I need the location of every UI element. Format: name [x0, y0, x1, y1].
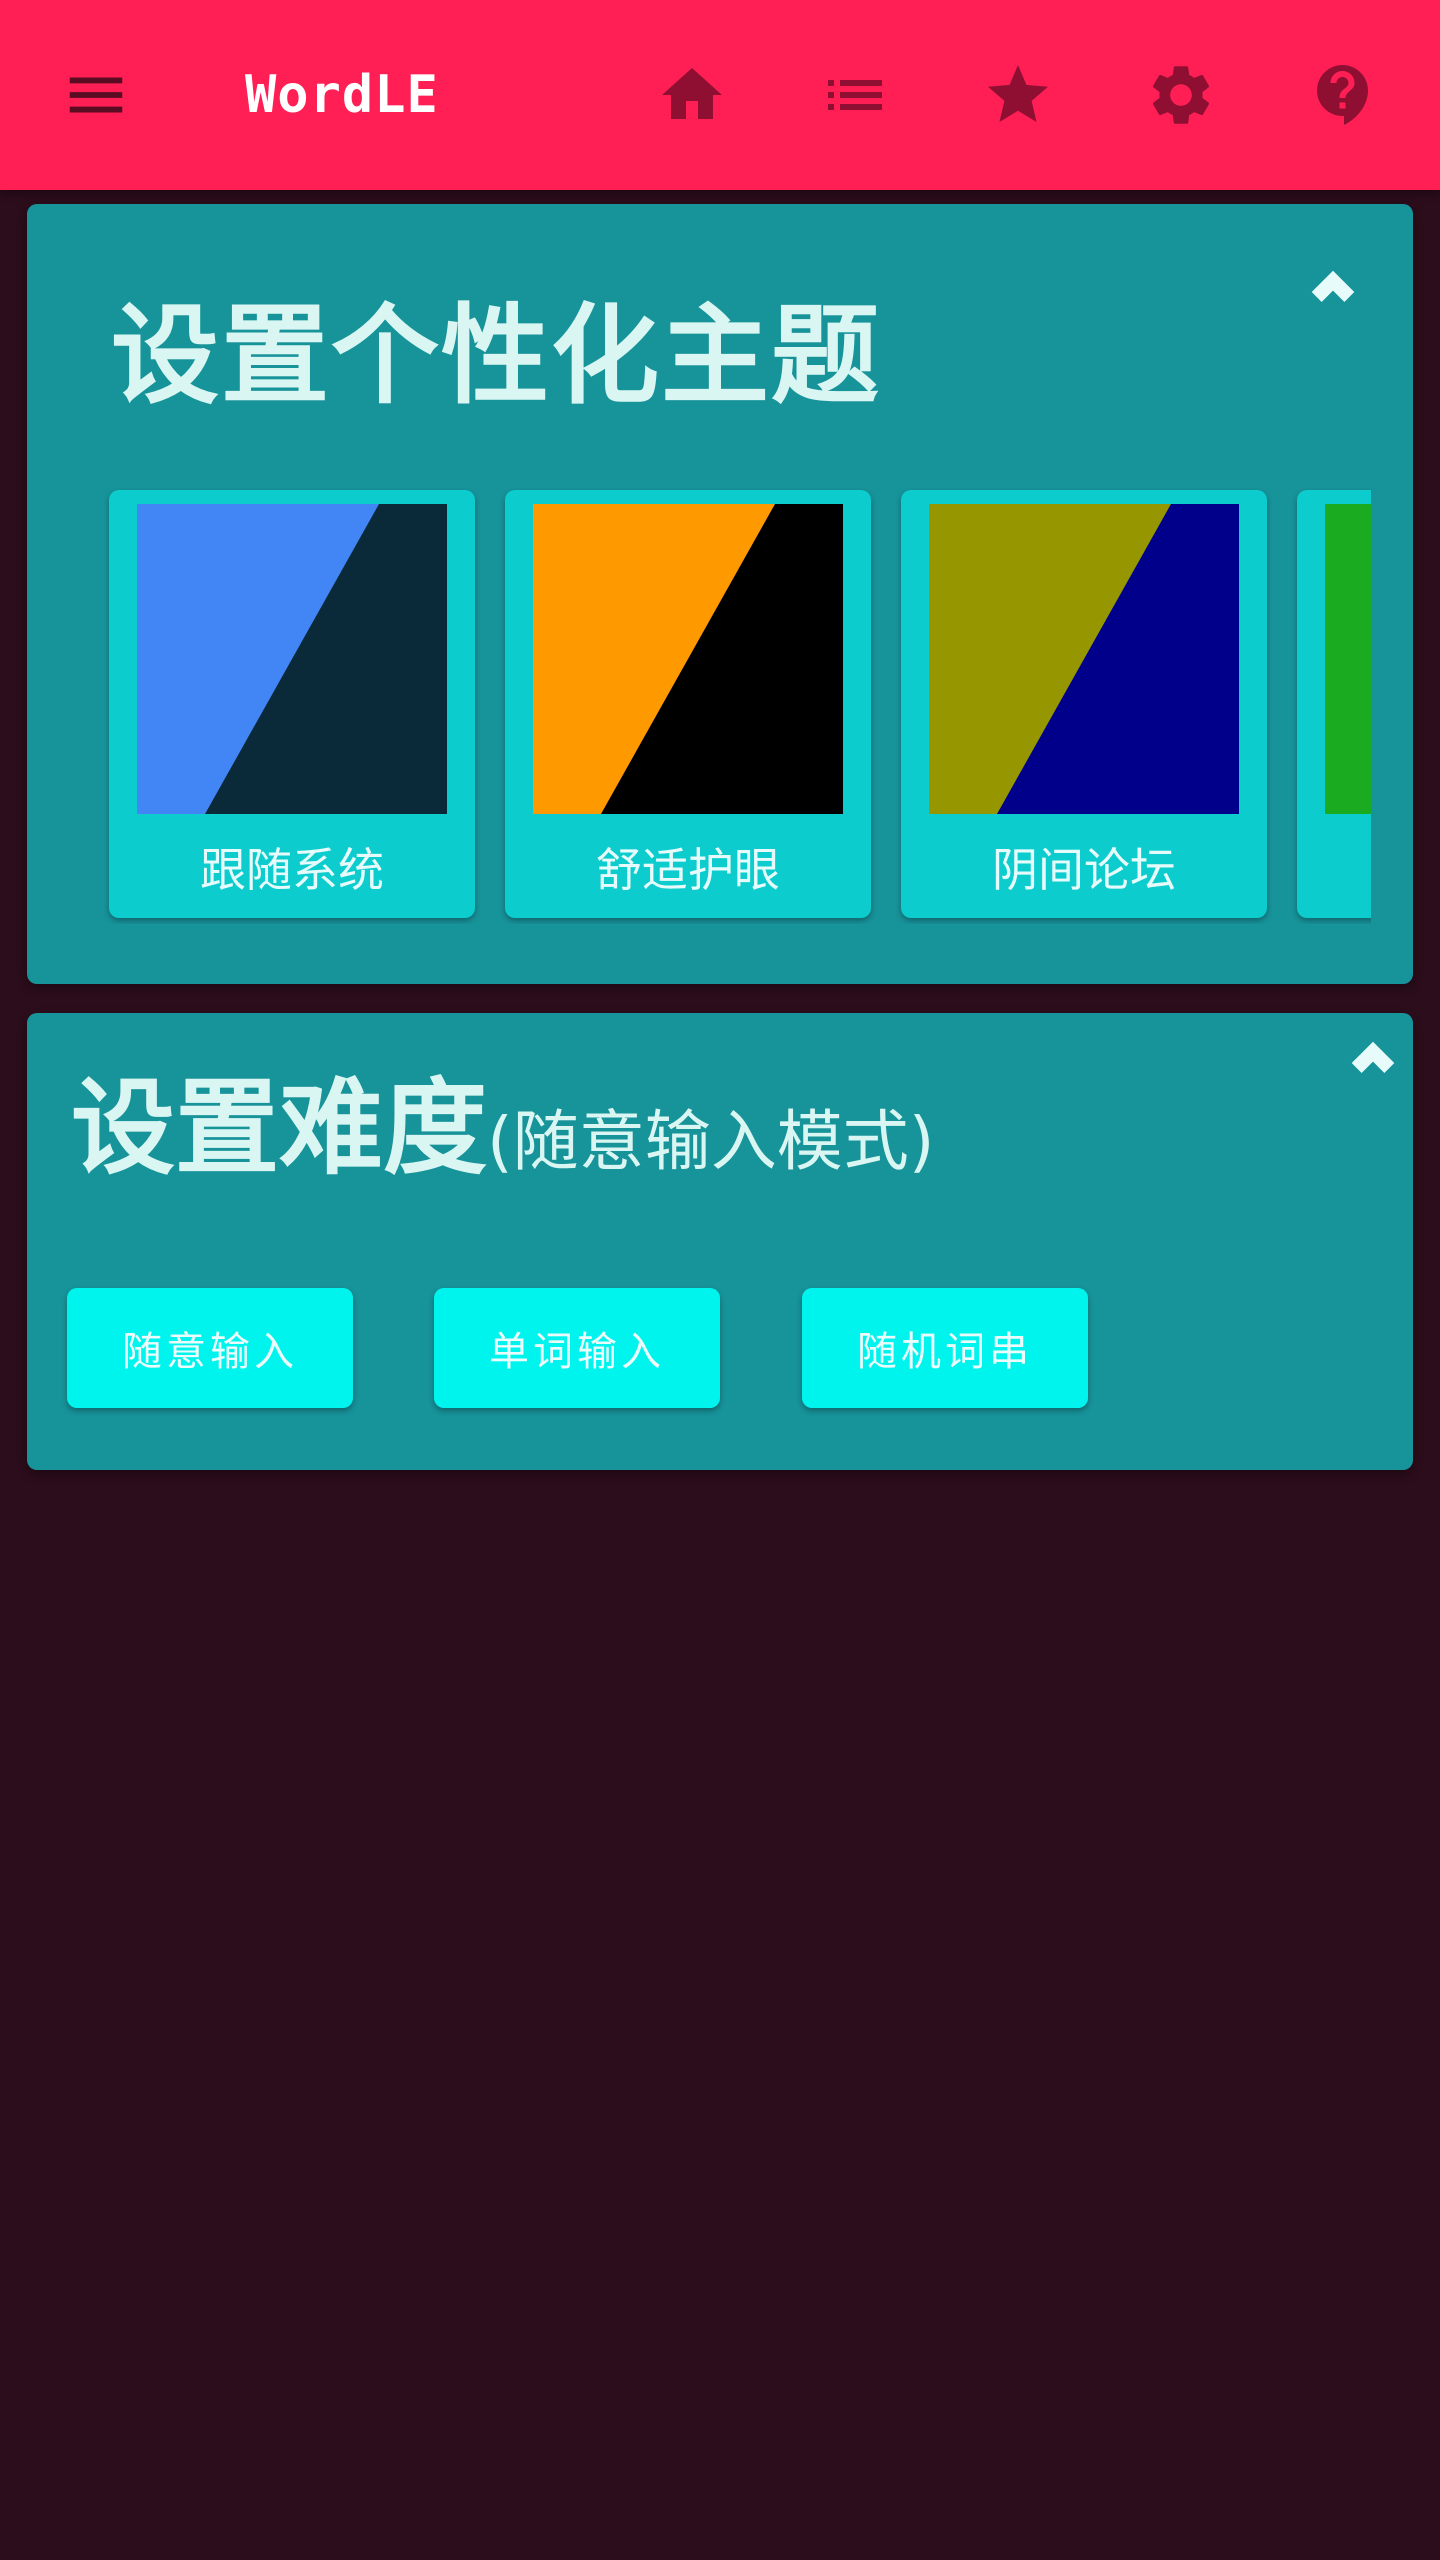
difficulty-title: 设置难度 — [71, 1067, 488, 1189]
theme-list[interactable]: 跟随系统 舒适护眼 阴间论坛 原 — [81, 484, 1371, 924]
theme-label: 阴间论坛 — [992, 843, 1176, 897]
theme-swatch — [533, 504, 843, 814]
settings-icon[interactable] — [1141, 55, 1221, 135]
app-bar: WordLE — [0, 0, 1440, 190]
theme-tile-forum[interactable]: 阴间论坛 — [901, 490, 1267, 918]
theme-card: 设置个性化主题 跟随系统 舒适护眼 阴间论坛 — [27, 204, 1413, 984]
mode-button-word-input[interactable]: 单词输入 — [434, 1288, 720, 1408]
chevron-up-icon[interactable] — [1343, 1031, 1403, 1091]
theme-section-title: 设置个性化主题 — [111, 294, 882, 419]
theme-tile-follow-system[interactable]: 跟随系统 — [109, 490, 475, 918]
difficulty-card: 设置难度(随意输入模式) 随意输入 单词输入 随机词串 — [27, 1013, 1413, 1470]
mode-button-free-input[interactable]: 随意输入 — [67, 1288, 353, 1408]
theme-tile-partial[interactable]: 原 — [1297, 490, 1371, 918]
mode-button-random-string[interactable]: 随机词串 — [802, 1288, 1088, 1408]
theme-label: 跟随系统 — [200, 843, 384, 897]
theme-label: 原 — [1297, 842, 1371, 898]
theme-swatch — [929, 504, 1239, 814]
home-icon[interactable] — [652, 55, 732, 135]
help-icon[interactable] — [1304, 55, 1384, 135]
app-title: WordLE — [245, 65, 439, 125]
theme-label: 舒适护眼 — [596, 843, 780, 897]
difficulty-subtitle: (随意输入模式) — [487, 1103, 935, 1180]
theme-tile-eye-comfort[interactable]: 舒适护眼 — [505, 490, 871, 918]
menu-icon[interactable] — [56, 55, 136, 135]
list-icon[interactable] — [815, 55, 895, 135]
theme-swatch — [1325, 504, 1371, 814]
theme-swatch — [137, 504, 447, 814]
difficulty-section-title: 设置难度(随意输入模式) — [71, 1063, 935, 1224]
chevron-up-icon[interactable] — [1303, 260, 1363, 320]
star-icon[interactable] — [978, 55, 1058, 135]
